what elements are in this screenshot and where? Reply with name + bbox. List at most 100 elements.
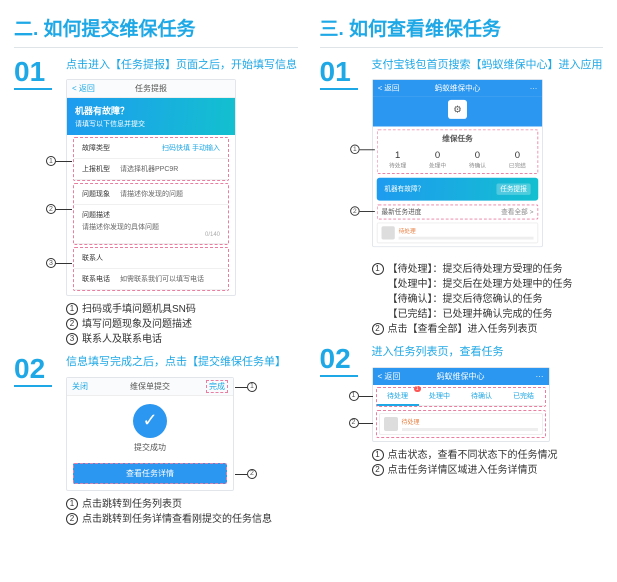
dashed-group-3: 联系人 联系电话如需联系我们可以填写电话 3 bbox=[73, 247, 229, 291]
badge: 1 bbox=[414, 386, 421, 392]
callout-2: 2 bbox=[247, 469, 257, 479]
callout-2: 2 bbox=[349, 418, 359, 428]
mock-title: 任务提报 bbox=[135, 83, 167, 94]
banner2: 机器有故障？ 任务提报 bbox=[376, 178, 538, 201]
note-num: 1 bbox=[66, 498, 78, 510]
num-col: 01 bbox=[320, 58, 362, 337]
leader bbox=[235, 474, 247, 475]
banner-title: 机器有故障？ bbox=[75, 104, 227, 117]
leader bbox=[56, 161, 72, 162]
back-label: < 返回 bbox=[378, 371, 401, 382]
note-text: 填写问题现象及问题描述 bbox=[82, 317, 192, 332]
section2-title: 二. 如何提交维保任务 bbox=[14, 14, 298, 48]
leader bbox=[56, 263, 72, 264]
item-status: 待处理 bbox=[398, 227, 533, 236]
note-num: 2 bbox=[372, 323, 384, 335]
lbl: 问题描述 bbox=[82, 210, 120, 220]
banner-sub: 请填写以下信息并提交 bbox=[75, 119, 227, 129]
note-text: 【待确认】：提交后待您确认的任务 bbox=[388, 292, 543, 307]
note-text: 点击状态，查看不同状态下的任务情况 bbox=[388, 448, 558, 463]
note-text: 点击跳转到任务列表页 bbox=[82, 497, 182, 512]
underline bbox=[320, 375, 358, 377]
lbl: 上报机型 bbox=[82, 164, 120, 174]
stat-label: 待处理 bbox=[377, 161, 417, 170]
notes: 1【待处理】：提交后待处理方受理的任务 【处理中】：提交后在处理方处理中的任务 … bbox=[372, 262, 604, 337]
form-row: 上报机型 请选择机器PPC9R bbox=[74, 159, 228, 180]
note-text: 【已完结】：已处理并确认完成的任务 bbox=[388, 307, 553, 322]
s2-step2: 02 信息填写完成之后，点击【提交维保任务单】 关闭 维保单提交 完成 1 ✓ … bbox=[14, 355, 298, 526]
note-text: 【处理中】：提交后在处理方处理中的任务 bbox=[388, 277, 573, 292]
note-text: 点击跳转到任务详情查看刚提交的任务信息 bbox=[82, 512, 272, 527]
stat-value: 1 bbox=[377, 151, 417, 161]
icon-area: ⚙ bbox=[372, 96, 541, 126]
section3-title: 三. 如何查看维保任务 bbox=[320, 14, 604, 48]
check-icon: ✓ bbox=[133, 404, 167, 438]
lbl: 联系电话 bbox=[82, 274, 120, 284]
note-text: 联系人及联系电话 bbox=[82, 332, 162, 347]
form-row: 联系人 bbox=[74, 248, 228, 269]
leader bbox=[359, 396, 373, 397]
form-row: 问题现象 请描述你发现的问题 bbox=[74, 184, 228, 205]
tabs: 待处理1 处理中 待确认 已完结 bbox=[377, 388, 545, 406]
note-num: 1 bbox=[66, 303, 78, 315]
avatar bbox=[384, 417, 398, 431]
callout-1: 1 bbox=[350, 145, 360, 155]
note-text: 扫码或手填问题机具SN码 bbox=[82, 302, 196, 317]
form-row: 故障类型 扫码快填 手动输入 bbox=[74, 138, 228, 159]
stat-row: 1待处理 0处理中 0待确认 0已完结 bbox=[377, 147, 537, 174]
avatar bbox=[381, 227, 394, 240]
back-label: < 返回 bbox=[72, 83, 95, 94]
dashed-group-1: 故障类型 扫码快填 手动输入 上报机型 请选择机器PPC9R 1 bbox=[73, 137, 229, 181]
num-col: 02 bbox=[320, 345, 362, 477]
step-desc: 信息填写完成之后，点击【提交维保任务单】 bbox=[66, 355, 298, 370]
mock-title: 蚂蚁维保中心 bbox=[434, 83, 480, 93]
form-row: 联系电话如需联系我们可以填写电话 bbox=[74, 269, 228, 290]
hint: 请描述你发现的具体问题 bbox=[82, 220, 220, 232]
banner: 机器有故障？ 请填写以下信息并提交 bbox=[67, 98, 235, 135]
task-item: 待处理 bbox=[376, 223, 538, 244]
mock-title: 蚂蚁维保中心 bbox=[437, 371, 485, 382]
column-left: 二. 如何提交维保任务 01 点击进入【任务提报】页面之后，开始填写信息 < 返… bbox=[14, 14, 298, 527]
content-col: 点击进入【任务提报】页面之后，开始填写信息 < 返回 任务提报 机器有故障？ 请… bbox=[66, 58, 298, 347]
mock-title: 维保单提交 bbox=[130, 381, 170, 392]
hint: 请描述你发现的问题 bbox=[120, 189, 220, 199]
note-num: 2 bbox=[66, 513, 78, 525]
step-desc: 进入任务列表页，查看任务 bbox=[372, 345, 604, 360]
task-heading: 维保任务 bbox=[377, 131, 537, 147]
notes: 1点击状态，查看不同状态下的任务情况 2点击任务详情区域进入任务详情页 bbox=[372, 448, 604, 478]
hint: 如需联系我们可以填写电话 bbox=[120, 274, 220, 284]
mock-header: < 返回 蚂蚁维保中心 ··· bbox=[373, 368, 549, 385]
mock-header: < 返回 任务提报 bbox=[67, 80, 235, 98]
back-label: < 返回 bbox=[377, 83, 399, 93]
content-col: 支付宝钱包首页搜索【蚂蚁维保中心】进入应用 < 返回 蚂蚁维保中心 ··· ⚙ … bbox=[372, 58, 604, 337]
note-num: 1 bbox=[372, 449, 384, 461]
hint: 请选择机器PPC9R bbox=[120, 164, 220, 174]
content-col: 信息填写完成之后，点击【提交维保任务单】 关闭 维保单提交 完成 1 ✓ 提交成… bbox=[66, 355, 298, 526]
mock-task-list: < 返回 蚂蚁维保中心 ··· 待处理1 处理中 待确认 已完结 bbox=[372, 367, 550, 442]
tab: 待确认 bbox=[461, 388, 503, 406]
mock-task-form: < 返回 任务提报 机器有故障？ 请填写以下信息并提交 故障类型 扫码快填 手动… bbox=[66, 79, 236, 296]
num-col: 01 bbox=[14, 58, 56, 347]
step-number: 01 bbox=[14, 58, 56, 86]
recent-title: 最新任务进度 bbox=[381, 208, 421, 218]
s3-step2: 02 进入任务列表页，查看任务 < 返回 蚂蚁维保中心 ··· 待处理1 bbox=[320, 345, 604, 477]
stat-value: 0 bbox=[417, 151, 457, 161]
gear-icon: ⚙ bbox=[448, 100, 467, 119]
mock-header: < 返回 蚂蚁维保中心 ··· bbox=[372, 80, 541, 96]
callout-2: 2 bbox=[350, 207, 360, 217]
item-status: 待处理 bbox=[402, 417, 538, 426]
recent-more: 查看全部 > bbox=[501, 208, 533, 218]
leader bbox=[235, 387, 247, 388]
banner-title: 机器有故障？ bbox=[384, 185, 424, 195]
success-text: 提交成功 bbox=[67, 442, 233, 457]
task-item: 待处理 bbox=[379, 413, 543, 435]
notes: 1 点击跳转到任务列表页 2 点击跳转到任务详情查看刚提交的任务信息 bbox=[66, 497, 298, 527]
tab: 处理中 bbox=[419, 388, 461, 406]
hint: 扫码快填 手动输入 bbox=[120, 143, 220, 153]
callout-1: 1 bbox=[349, 391, 359, 401]
leader bbox=[56, 209, 72, 210]
tab: 待处理1 bbox=[377, 388, 419, 406]
note-text: 点击任务详情区域进入任务详情页 bbox=[388, 463, 538, 478]
s3-step1: 01 支付宝钱包首页搜索【蚂蚁维保中心】进入应用 < 返回 蚂蚁维保中心 ···… bbox=[320, 58, 604, 337]
dashed-group-2: 问题现象 请描述你发现的问题 问题描述 请描述你发现的具体问题 0/140 2 bbox=[73, 183, 229, 245]
